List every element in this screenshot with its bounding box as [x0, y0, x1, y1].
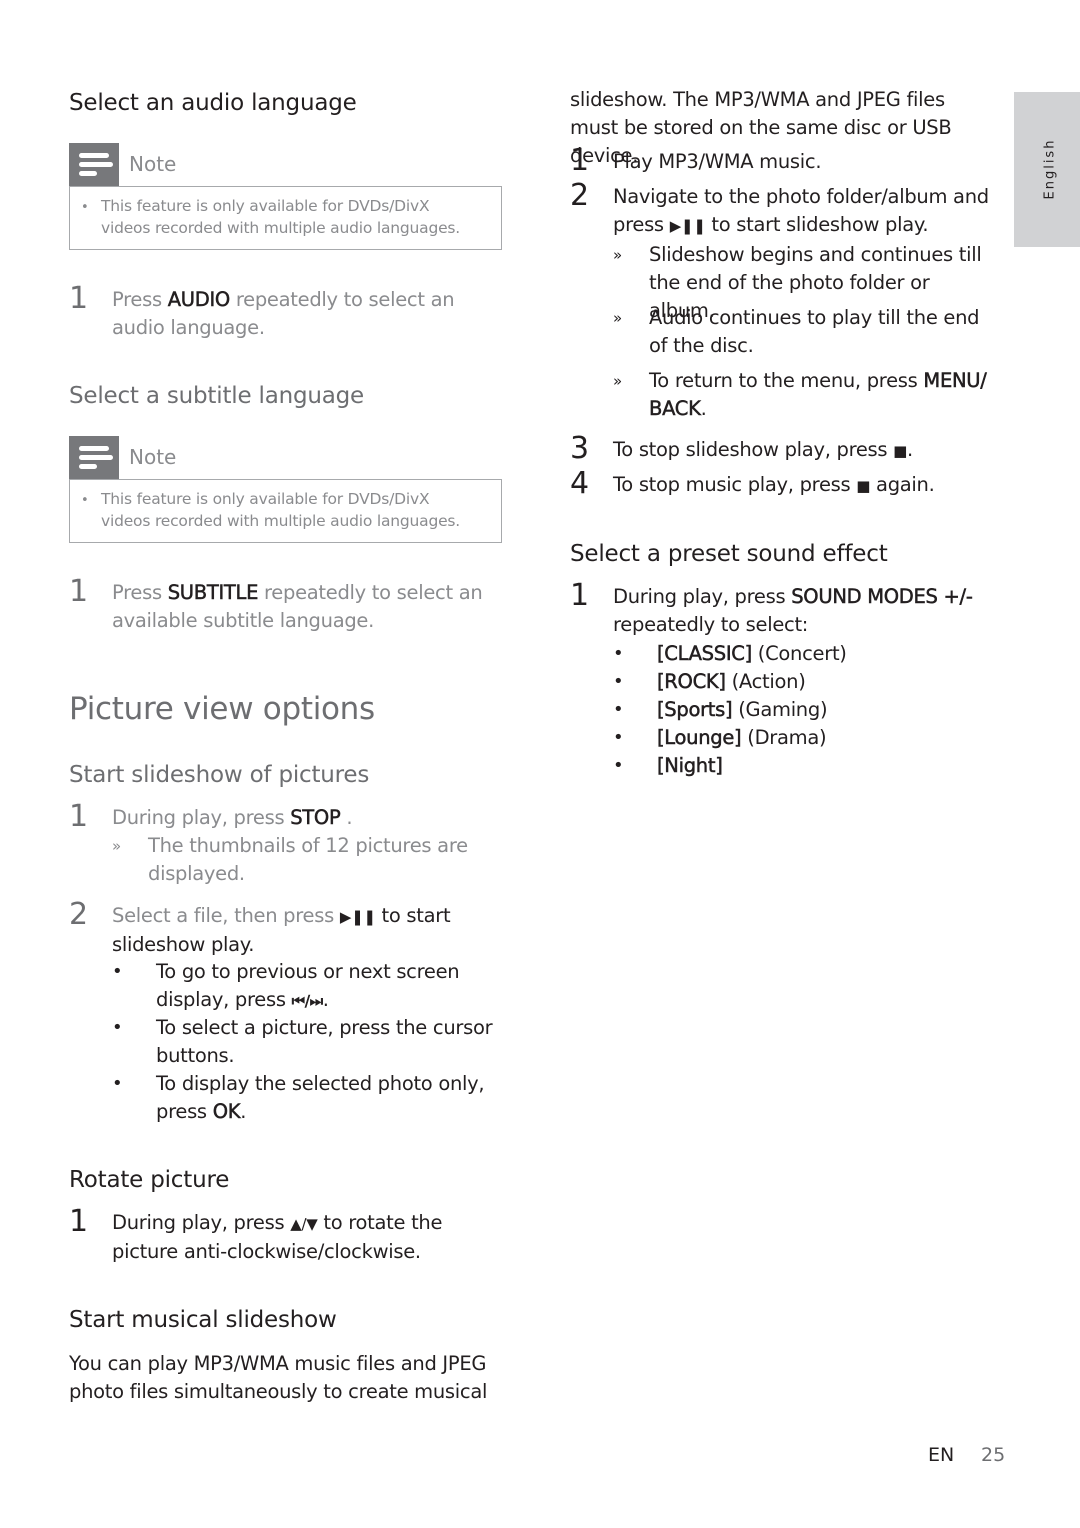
step-number: 1	[570, 143, 590, 178]
heading-musical-slideshow: Start musical slideshow	[69, 1307, 337, 1333]
heading-start-slideshow: Start slideshow of pictures	[69, 762, 370, 788]
note-subtitle: Note • This feature is only available fo…	[69, 436, 502, 543]
bullet-icon: •	[112, 1073, 123, 1094]
step-number: 2	[69, 897, 89, 932]
step-text: Play MP3/WMA music.	[613, 150, 822, 173]
step-number: 4	[570, 466, 590, 501]
note-title: Note	[129, 445, 177, 469]
step-text: To stop music play, press ■ again.	[613, 473, 935, 496]
musical-intro: You can play MP3/WMA music files and JPE…	[69, 1352, 488, 1403]
note-audio: Note • This feature is only available fo…	[69, 143, 502, 250]
step-text: During play, press SOUND MODES +/- repea…	[613, 585, 973, 636]
result-text: The thumbnails of 12 pictures are displa…	[148, 834, 468, 885]
stop-icon: ■	[893, 442, 908, 460]
sound-option-text: [Lounge] (Drama)	[657, 726, 827, 750]
step-text: Press AUDIO repeatedly to select an audi…	[112, 288, 455, 339]
stop-icon: ■	[856, 477, 871, 495]
heading-audio-language: Select an audio language	[69, 90, 357, 116]
note-text: This feature is only available for DVDs/…	[101, 197, 461, 237]
play-pause-icon: ▶❚❚	[339, 908, 376, 926]
bullet-icon: •	[81, 493, 89, 508]
step-number: 3	[570, 431, 590, 466]
result-arrow-icon: »	[613, 246, 623, 264]
sound-option-text: [Night]	[657, 754, 723, 778]
bullet-icon: •	[613, 755, 624, 776]
bullet-text: To select a picture, press the cursor bu…	[156, 1016, 493, 1067]
sound-option-text: [ROCK] (Action)	[657, 670, 806, 694]
bullet-text: To display the selected photo only, pres…	[156, 1072, 485, 1123]
step-number: 1	[69, 574, 89, 609]
step-number: 1	[69, 799, 89, 834]
sound-option-text: [Sports] (Gaming)	[657, 698, 828, 722]
step-number: 1	[69, 1204, 89, 1239]
footer-language: EN	[928, 1444, 955, 1466]
bullet-icon: •	[613, 699, 624, 720]
heading-subtitle-language: Select a subtitle language	[69, 383, 364, 409]
result-text: To return to the menu, press MENU/ BACK.	[649, 369, 987, 421]
result-text: Audio continues to play till the end of …	[649, 306, 980, 357]
page-number: 25	[981, 1444, 1006, 1466]
language-tab-label: English	[1042, 138, 1058, 200]
note-icon	[69, 436, 119, 479]
step-text: To stop slideshow play, press ■.	[613, 438, 913, 461]
heading-rotate-picture: Rotate picture	[69, 1167, 230, 1193]
step-number: 1	[570, 578, 590, 613]
bullet-icon: •	[613, 643, 624, 664]
bullet-icon: •	[112, 961, 123, 982]
step-text: During play, press ▲/▼ to rotate the pic…	[112, 1211, 443, 1263]
bullet-text: To go to previous or next screen display…	[156, 960, 460, 1011]
sound-option-text: [CLASSIC] (Concert)	[657, 642, 847, 666]
bullet-icon: •	[613, 727, 624, 748]
step-number: 2	[570, 178, 590, 213]
language-tab: English	[1014, 92, 1080, 247]
prev-next-icon: ⏮/⏭	[291, 992, 323, 1011]
step-text: Select a file, then press ▶❚❚ to start s…	[112, 904, 451, 956]
bullet-icon: •	[81, 200, 89, 215]
note-title: Note	[129, 152, 177, 176]
section-title-picture-view: Picture view options	[69, 691, 375, 727]
step-text: During play, press STOP .	[112, 806, 353, 830]
heading-preset-sound: Select a preset sound effect	[570, 541, 888, 567]
bullet-icon: •	[112, 1017, 123, 1038]
bullet-icon: •	[613, 671, 624, 692]
step-number: 1	[69, 281, 89, 316]
step-text: Navigate to the photo folder/album and p…	[613, 185, 989, 236]
up-down-icon: ▲/▼	[290, 1215, 318, 1233]
step-text: Press SUBTITLE repeatedly to select an a…	[112, 581, 483, 632]
result-arrow-icon: »	[613, 372, 623, 390]
result-arrow-icon: »	[112, 837, 122, 855]
note-text: This feature is only available for DVDs/…	[101, 490, 461, 530]
play-pause-icon: ▶❚❚	[669, 217, 706, 235]
result-arrow-icon: »	[613, 309, 623, 327]
note-icon	[69, 143, 119, 186]
